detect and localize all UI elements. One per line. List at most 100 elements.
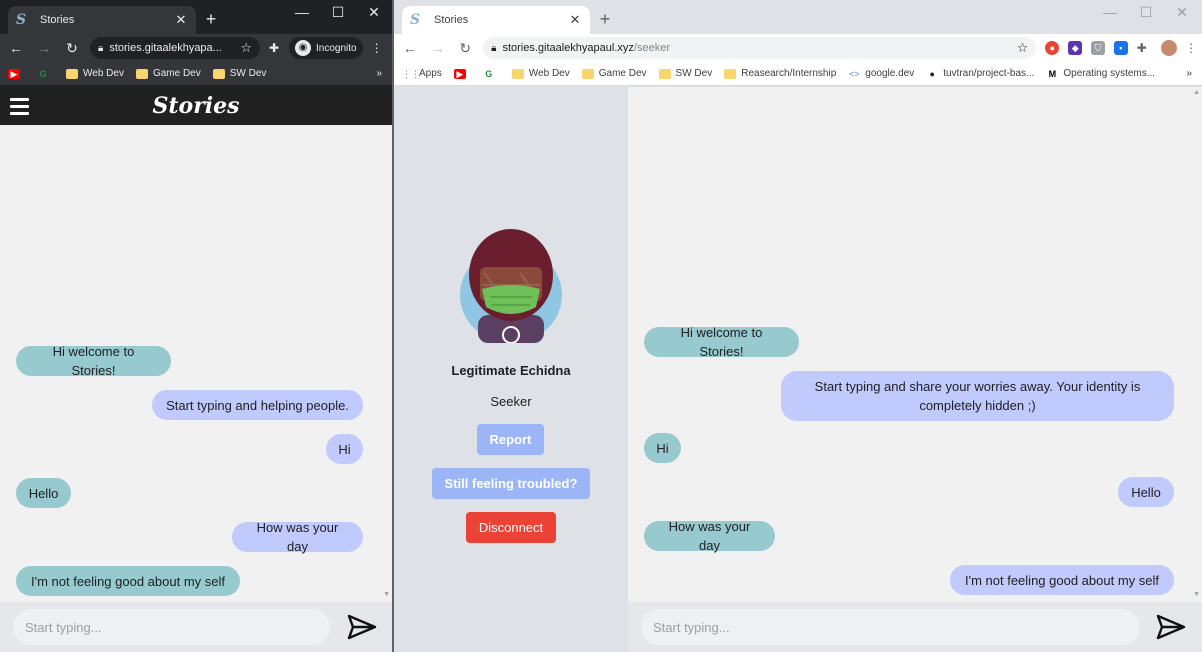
scroll-down-icon[interactable]: ▼ xyxy=(1193,591,1200,598)
bot-message: Hi welcome to Stories! xyxy=(16,344,171,378)
bookmark-label: Game Dev xyxy=(152,68,201,79)
bookmark-label: Apps xyxy=(419,68,442,79)
minimize-icon[interactable]: — xyxy=(1100,4,1120,20)
address-bar[interactable]: 🔒︎ stories.gitaalekhyapa... ☆ xyxy=(90,37,260,59)
new-tab-icon[interactable]: + xyxy=(202,9,220,30)
message-input[interactable]: Start typing... xyxy=(13,609,330,645)
anonymous-avatar-icon xyxy=(460,229,562,343)
bookmark-label: google.dev xyxy=(865,68,915,79)
reload-icon[interactable]: ↻ xyxy=(453,40,477,57)
extension-icon[interactable]: ◆ xyxy=(1068,41,1083,55)
bookmarks-bar: ▶ G Web Dev Game Dev SW Dev » xyxy=(0,62,392,86)
user-message: Hi xyxy=(326,434,363,464)
bookmark-folder[interactable]: Web Dev xyxy=(511,68,570,79)
google-dev-bookmark[interactable]: <> google.dev xyxy=(848,68,914,79)
stories-mobile-page: Stories Hi welcome to Stories! Start typ… xyxy=(0,87,392,652)
stories-logo: Stories xyxy=(152,93,240,119)
menu-icon[interactable]: ⋮ xyxy=(1180,41,1202,55)
seeker-name: Legitimate Echidna xyxy=(451,363,571,378)
bot-message: Hi xyxy=(644,433,681,463)
folder-icon xyxy=(724,68,737,79)
bookmark-star-icon[interactable]: ☆ xyxy=(1017,40,1029,56)
message-input-bar: Start typing... xyxy=(0,602,392,652)
back-icon[interactable]: ← xyxy=(398,40,422,56)
stories-seeker-page: Legitimate Echidna Seeker Report Still f… xyxy=(394,87,1202,652)
url-path: /seeker xyxy=(633,42,670,54)
close-window-icon[interactable]: ✕ xyxy=(1172,4,1192,21)
send-icon[interactable] xyxy=(1156,614,1186,640)
maximize-icon[interactable]: ☐ xyxy=(1136,4,1156,21)
adblock-extension-icon[interactable]: ● xyxy=(1045,41,1060,55)
bookmark-label: tuvtran/project-bas... xyxy=(943,68,1035,79)
stories-favicon-icon: S xyxy=(410,12,421,28)
url-host: stories.gitaalekhyapaul.xyz xyxy=(502,42,634,54)
extensions-icon[interactable]: ✚ xyxy=(1131,41,1153,55)
more-bookmarks-icon[interactable]: » xyxy=(376,68,382,79)
browser-toolbar: ← → ↻ 🔒︎ stories.gitaalekhyapa... ☆ ✚ ◉ … xyxy=(0,34,392,62)
shield-extension-icon[interactable]: ⛉ xyxy=(1091,41,1105,55)
extension-icon[interactable]: ▪ xyxy=(1113,41,1128,55)
folder-icon xyxy=(212,68,225,79)
profile-avatar-icon[interactable] xyxy=(1161,40,1178,56)
bookmark-label: SW Dev xyxy=(229,68,267,79)
scroll-down-icon[interactable]: ▼ xyxy=(383,591,390,598)
user-message: I'm not feeling good about my self xyxy=(950,565,1174,595)
forward-icon[interactable]: → xyxy=(32,40,56,56)
new-tab-icon[interactable]: + xyxy=(596,9,614,30)
apps-grid-icon: ⋮⋮ xyxy=(402,68,420,79)
extensions-icon[interactable]: ✚ xyxy=(263,41,285,55)
user-message: How was your day xyxy=(232,520,363,554)
youtube-bookmark[interactable]: ▶ xyxy=(453,68,471,79)
bookmark-folder[interactable]: Game Dev xyxy=(135,68,201,79)
incognito-indicator[interactable]: ◉ Incognito xyxy=(289,37,363,59)
lock-icon: 🔒︎ xyxy=(491,42,497,54)
bookmark-folder[interactable]: SW Dev xyxy=(658,68,712,79)
incognito-label: Incognito xyxy=(316,42,357,54)
more-bookmarks-icon[interactable]: » xyxy=(1186,68,1192,79)
incognito-icon: ◉ xyxy=(295,40,311,56)
bookmark-star-icon[interactable]: ☆ xyxy=(240,40,252,56)
user-message: Start typing and share your worries away… xyxy=(781,371,1174,421)
bookmark-label: Operating systems... xyxy=(1063,68,1156,79)
close-tab-icon[interactable]: ✕ xyxy=(568,12,582,28)
bookmark-folder[interactable]: SW Dev xyxy=(212,68,267,79)
close-tab-icon[interactable]: ✕ xyxy=(174,12,188,28)
disconnect-button[interactable]: Disconnect xyxy=(466,512,556,543)
medium-bookmark[interactable]: M Operating systems... xyxy=(1046,68,1155,79)
close-window-icon[interactable]: ✕ xyxy=(364,4,384,21)
bookmark-folder[interactable]: Game Dev xyxy=(581,68,647,79)
folder-icon xyxy=(658,68,671,79)
forward-icon[interactable]: → xyxy=(426,40,450,56)
bookmark-folder[interactable]: Web Dev xyxy=(66,68,124,79)
youtube-icon: ▶ xyxy=(8,68,20,79)
browser-tab[interactable]: S Stories ✕ xyxy=(402,6,590,34)
send-icon[interactable] xyxy=(347,614,377,640)
message-input[interactable]: Start typing... xyxy=(641,609,1140,645)
apps-bookmark[interactable]: ⋮⋮ Apps xyxy=(402,68,442,79)
google-dev-icon: <> xyxy=(849,68,860,79)
still-troubled-button[interactable]: Still feeling troubled? xyxy=(432,468,590,499)
tab-title: Stories xyxy=(40,14,75,26)
youtube-bookmark[interactable]: ▶ xyxy=(8,68,25,79)
scroll-up-icon[interactable]: ▲ xyxy=(1193,89,1200,96)
back-icon[interactable]: ← xyxy=(4,40,28,56)
bookmark-folder[interactable]: Reasearch/Internship xyxy=(724,68,836,79)
browser-tab[interactable]: S Stories ✕ xyxy=(8,6,196,34)
grammarly-bookmark[interactable]: G xyxy=(37,69,54,79)
grammarly-bookmark[interactable]: G xyxy=(483,69,500,79)
menu-icon[interactable]: ⋮ xyxy=(366,41,388,55)
bookmark-label: Reasearch/Internship xyxy=(741,68,837,79)
bookmark-label: Web Dev xyxy=(83,68,124,79)
github-bookmark[interactable]: ● tuvtran/project-bas... xyxy=(926,68,1035,79)
message-input-bar: Start typing... xyxy=(628,602,1202,652)
bot-message: How was your day xyxy=(644,519,775,553)
minimize-icon[interactable]: — xyxy=(292,4,312,20)
bot-message: I'm not feeling good about my self xyxy=(16,566,240,596)
report-button[interactable]: Report xyxy=(477,424,544,455)
maximize-icon[interactable]: ☐ xyxy=(328,4,348,21)
bookmark-label: Web Dev xyxy=(528,68,570,79)
profile-panel: Legitimate Echidna Seeker Report Still f… xyxy=(394,87,628,652)
hamburger-menu-icon[interactable] xyxy=(10,98,29,119)
address-bar[interactable]: 🔒︎ stories.gitaalekhyapaul.xyz/seeker ☆ xyxy=(483,37,1037,59)
reload-icon[interactable]: ↻ xyxy=(60,40,84,57)
